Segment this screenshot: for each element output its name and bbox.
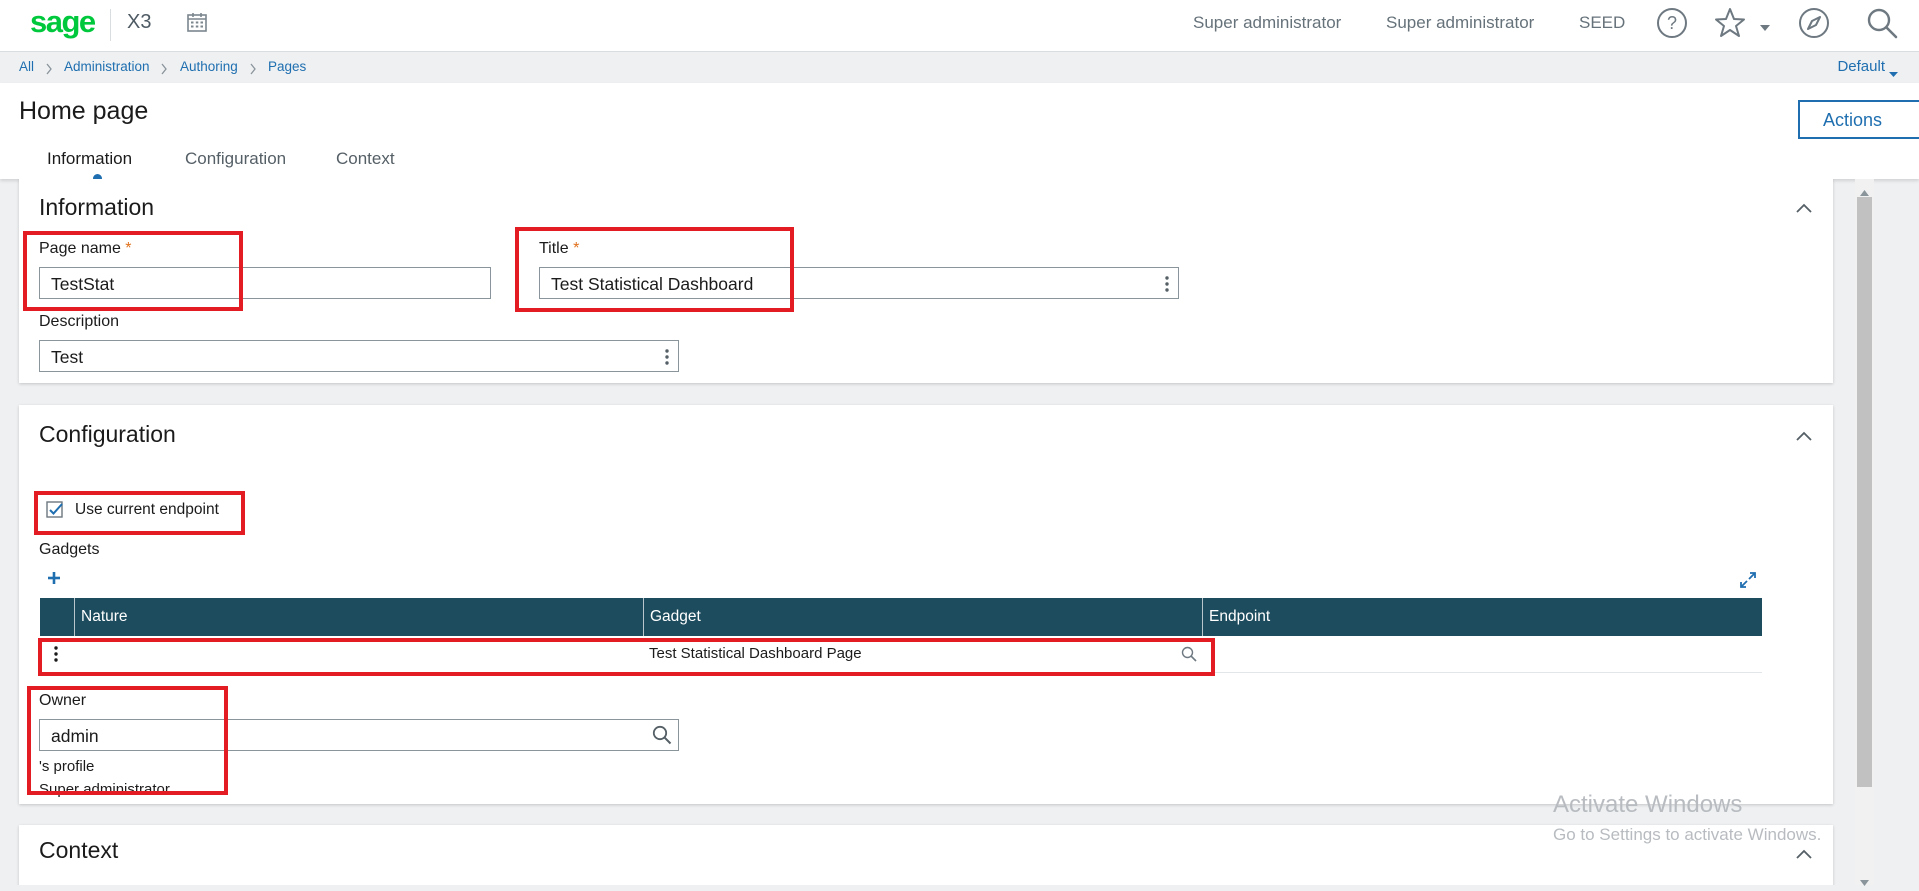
activate-windows-subtitle: Go to Settings to activate Windows.	[1553, 825, 1822, 844]
configuration-section-title: Configuration	[39, 421, 176, 447]
gadgets-table-header: Nature Gadget Endpoint	[40, 598, 1762, 636]
page-name-label-text: Page name	[39, 240, 121, 257]
chevron-up-icon[interactable]	[1795, 847, 1813, 865]
tab-context[interactable]: Context	[336, 149, 395, 169]
search-icon[interactable]	[652, 725, 672, 750]
gadget-cell[interactable]: Test Statistical Dashboard Page	[649, 645, 862, 662]
breadcrumb-all[interactable]: All	[19, 59, 34, 74]
vertical-scrollbar[interactable]	[1855, 179, 1874, 886]
page-name-value: TestStat	[51, 274, 115, 294]
row-menu-icon[interactable]	[54, 646, 58, 667]
description-value: Test	[51, 347, 84, 367]
sage-logo[interactable]: sage	[30, 4, 96, 40]
page-header: Home page Actions Information Configurat…	[0, 83, 1919, 183]
chevron-down-icon[interactable]	[1889, 65, 1898, 83]
title-value: Test Statistical Dashboard	[551, 274, 754, 294]
activate-windows-title: Activate Windows	[1553, 791, 1743, 818]
title-label-text: Title	[539, 240, 569, 257]
description-input[interactable]: Test	[39, 340, 679, 372]
tab-information[interactable]: Information	[47, 149, 132, 169]
star-icon[interactable]	[1713, 6, 1747, 45]
scroll-down-icon[interactable]	[1860, 873, 1869, 891]
compass-icon[interactable]	[1797, 6, 1831, 45]
owner-label: Owner	[39, 692, 87, 709]
add-icon[interactable]	[47, 571, 61, 590]
owner-input[interactable]: admin	[39, 719, 679, 751]
logo-divider	[110, 9, 111, 41]
expand-icon[interactable]	[1739, 571, 1757, 594]
profile-label: 's profile	[39, 758, 95, 775]
search-icon[interactable]	[1181, 646, 1197, 667]
search-icon[interactable]	[1865, 6, 1899, 45]
use-current-endpoint-label[interactable]: Use current endpoint	[75, 501, 219, 519]
description-label: Description	[39, 313, 120, 330]
breadcrumb: All Administration Authoring Pages Defau…	[0, 52, 1919, 83]
required-marker: *	[125, 240, 132, 257]
actions-button[interactable]: Actions	[1798, 100, 1919, 139]
help-icon[interactable]: ?	[1655, 6, 1689, 45]
breadcrumb-administration[interactable]: Administration	[64, 59, 150, 74]
column-endpoint-label: Endpoint	[1209, 608, 1271, 625]
table-row[interactable]: Test Statistical Dashboard Page	[40, 636, 1762, 673]
column-header-nature[interactable]: Nature	[74, 598, 684, 636]
column-gadget-label: Gadget	[650, 608, 701, 625]
breadcrumb-separator-icon	[249, 62, 257, 80]
default-selector[interactable]: Default	[1837, 58, 1885, 75]
user-role[interactable]: Super administrator	[1386, 13, 1534, 33]
app-name[interactable]: X3	[127, 11, 151, 34]
page-name-input[interactable]: TestStat	[39, 267, 491, 299]
title-input[interactable]: Test Statistical Dashboard	[539, 267, 1179, 299]
context-section-title: Context	[39, 837, 119, 863]
chevron-up-icon[interactable]	[1795, 429, 1813, 447]
gadgets-label: Gadgets	[39, 541, 100, 558]
favorites-dropdown-icon[interactable]	[1758, 20, 1772, 38]
breadcrumb-separator-icon	[160, 62, 168, 80]
column-nature-label: Nature	[81, 608, 128, 625]
page-title: Home page	[19, 97, 149, 125]
column-header-gadget[interactable]: Gadget	[643, 598, 1203, 636]
chevron-up-icon[interactable]	[1795, 201, 1813, 219]
breadcrumb-pages[interactable]: Pages	[268, 59, 306, 74]
more-vertical-icon[interactable]	[665, 349, 669, 370]
profile-value: Super administrator	[39, 781, 170, 798]
folder-name[interactable]: SEED	[1579, 13, 1625, 33]
svg-text:?: ?	[1667, 13, 1677, 33]
calendar-icon[interactable]	[186, 11, 208, 38]
actions-label: Actions	[1823, 110, 1883, 130]
column-header-endpoint[interactable]: Endpoint	[1202, 598, 1762, 636]
page-name-label: Page name *	[39, 240, 132, 258]
top-bar: sage X3 Super administrator Super admini…	[0, 0, 1919, 52]
owner-value: admin	[51, 726, 99, 746]
required-marker: *	[573, 240, 580, 257]
breadcrumb-authoring[interactable]: Authoring	[180, 59, 238, 74]
scrollbar-thumb[interactable]	[1857, 197, 1872, 787]
user-name[interactable]: Super administrator	[1193, 13, 1341, 33]
tab-configuration[interactable]: Configuration	[185, 149, 286, 169]
breadcrumb-separator-icon	[45, 62, 53, 80]
title-label: Title *	[539, 240, 579, 258]
use-current-endpoint-checkbox[interactable]	[46, 501, 64, 524]
more-vertical-icon[interactable]	[1165, 276, 1169, 297]
content-area: Information Page name * TestStat Title *…	[0, 179, 1919, 885]
information-section: Information Page name * TestStat Title *…	[19, 179, 1833, 383]
information-section-title: Information	[39, 194, 155, 220]
